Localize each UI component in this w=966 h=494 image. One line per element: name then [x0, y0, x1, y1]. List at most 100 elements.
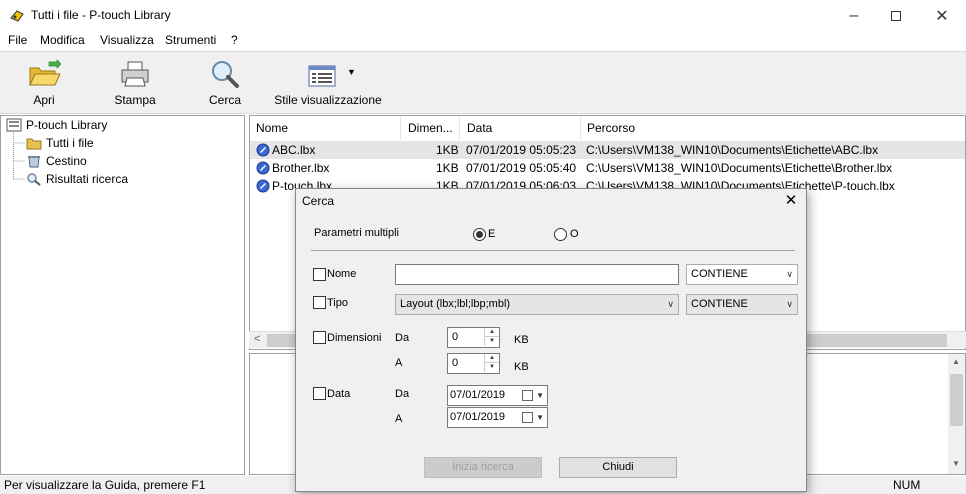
tree-item-label: Tutti i file: [46, 136, 94, 150]
date-checkbox[interactable]: [313, 387, 326, 400]
date-label: Data: [327, 388, 351, 400]
radio-and[interactable]: [473, 228, 486, 241]
row-path: C:\Users\VM138_WIN10\Documents\Etichette…: [586, 143, 879, 157]
chevron-down-icon: ▼: [536, 413, 544, 422]
menu-visualizza[interactable]: Visualizza: [100, 33, 154, 47]
search-button[interactable]: Cerca: [195, 52, 255, 112]
list-row[interactable]: ABC.lbx 1KB 07/01/2019 05:05:23 C:\Users…: [250, 141, 965, 159]
date-from-picker[interactable]: 07/01/2019 ▼: [447, 385, 548, 406]
search-dialog: Cerca ✕ Parametri multipli E O Nome CONT…: [295, 188, 807, 492]
view-style-dropdown-icon[interactable]: ▼: [347, 67, 356, 77]
printer-icon: [121, 61, 149, 87]
column-header-percorso[interactable]: Percorso: [581, 116, 965, 140]
column-header-nome[interactable]: Nome: [250, 116, 401, 140]
size-from-unit: KB: [514, 334, 529, 346]
p-touch-app-icon: [10, 10, 24, 22]
column-header-dimensione[interactable]: Dimen...: [402, 116, 460, 140]
multi-params-label: Parametri multipli: [314, 227, 399, 239]
row-name: Brother.lbx: [272, 161, 330, 175]
name-condition-select[interactable]: CONTIENE ∨: [686, 264, 798, 285]
scroll-up-icon[interactable]: ▲: [952, 357, 960, 366]
chevron-down-icon: ∨: [786, 299, 793, 309]
open-folder-icon: [29, 59, 61, 86]
library-icon: [6, 118, 22, 132]
open-button[interactable]: Apri: [14, 52, 74, 112]
radio-and-label: E: [488, 228, 496, 240]
maximize-button[interactable]: [873, 0, 919, 31]
search-results-icon: [27, 173, 41, 186]
name-condition-value: CONTIENE: [691, 268, 748, 280]
date-to-picker[interactable]: 07/01/2019 ▼: [447, 407, 548, 428]
spin-down-icon[interactable]: ▼: [484, 337, 499, 346]
print-button[interactable]: Stampa: [105, 52, 165, 112]
status-num-indicator: NUM: [893, 478, 921, 492]
tree-item-cestino[interactable]: Cestino: [26, 154, 87, 172]
chevron-down-icon: ∨: [786, 269, 793, 279]
type-checkbox[interactable]: [313, 296, 326, 309]
lbx-file-icon: [256, 143, 270, 157]
window-title: Tutti i file - P-touch Library: [31, 8, 171, 22]
radio-or[interactable]: [554, 228, 567, 241]
menu-file[interactable]: File: [8, 33, 27, 47]
type-select[interactable]: Layout (lbx;lbl;lbp;mbl) ∨: [395, 294, 679, 315]
tree-item-tutti-i-file[interactable]: Tutti i file: [26, 136, 94, 154]
row-path: C:\Users\VM138_WIN10\Documents\Etichette…: [586, 161, 893, 175]
size-to-unit: KB: [514, 361, 529, 373]
minimize-button[interactable]: –: [831, 0, 877, 31]
vertical-scroll-thumb[interactable]: [950, 374, 963, 426]
date-to-label: A: [395, 413, 403, 425]
size-from-label: Da: [395, 332, 410, 344]
row-size: 1KB: [436, 143, 459, 157]
date-to-value: 07/01/2019: [450, 411, 506, 423]
print-label: Stampa: [114, 93, 156, 107]
status-help-text: Per visualizzare la Guida, premere F1: [4, 478, 206, 492]
size-to-label: A: [395, 357, 403, 369]
type-condition-select[interactable]: CONTIENE ∨: [686, 294, 798, 315]
all-files-folder-icon: [26, 138, 42, 150]
dialog-title: Cerca: [302, 194, 335, 208]
scroll-left-icon[interactable]: <: [254, 333, 260, 345]
column-header-data[interactable]: Data: [461, 116, 581, 140]
view-style-button[interactable]: ▼ Stile visualizzazione: [272, 52, 384, 112]
close-icon: ✕: [935, 7, 949, 25]
row-size: 1KB: [436, 161, 459, 175]
spin-down-icon[interactable]: ▼: [484, 363, 499, 372]
chevron-down-icon: ▼: [536, 391, 544, 400]
view-style-label: Stile visualizzazione: [274, 93, 382, 107]
tree-item-label: Risultati ricerca: [46, 172, 129, 186]
date-from-label: Da: [395, 388, 410, 400]
tree-item-risultati-ricerca[interactable]: Risultati ricerca: [26, 172, 128, 190]
close-button[interactable]: ✕: [919, 0, 965, 31]
menu-bar: File Modifica Visualizza Strumenti ?: [0, 31, 966, 51]
calendar-icon: [522, 412, 533, 423]
name-input[interactable]: [395, 264, 679, 285]
dialog-body: Parametri multipli E O Nome CONTIENE ∨ T…: [297, 214, 805, 491]
vertical-scrollbar[interactable]: ▲ ▼: [948, 354, 965, 474]
search-label: Cerca: [208, 93, 241, 107]
size-label: Dimensioni: [327, 332, 382, 344]
spin-up-icon[interactable]: ▲: [484, 328, 499, 337]
size-from-stepper[interactable]: 0 ▲ ▼: [447, 327, 500, 348]
dialog-separator: [311, 250, 795, 251]
list-row[interactable]: Brother.lbx 1KB 07/01/2019 05:05:40 C:\U…: [250, 159, 965, 177]
menu-modifica[interactable]: Modifica: [40, 33, 85, 47]
close-dialog-button[interactable]: Chiudi: [559, 457, 677, 478]
folder-tree: P-touch Library Tutti i file Cestino Ris…: [0, 115, 245, 475]
close-icon: ✕: [784, 192, 798, 209]
minimize-icon: –: [849, 6, 859, 24]
chevron-down-icon: ∨: [667, 299, 674, 309]
view-style-icon: [308, 65, 336, 87]
spin-up-icon[interactable]: ▲: [484, 354, 499, 363]
size-checkbox[interactable]: [313, 331, 326, 344]
search-icon: [212, 61, 239, 88]
size-to-stepper[interactable]: 0 ▲ ▼: [447, 353, 500, 374]
dialog-close-button[interactable]: ✕: [780, 191, 802, 211]
start-search-button[interactable]: Inizia ricerca: [424, 457, 542, 478]
type-label: Tipo: [327, 297, 348, 309]
name-label: Nome: [327, 268, 357, 280]
scroll-down-icon[interactable]: ▼: [952, 459, 960, 468]
name-checkbox[interactable]: [313, 268, 326, 281]
menu-help[interactable]: ?: [231, 33, 238, 47]
lbx-file-icon: [256, 179, 270, 193]
menu-strumenti[interactable]: Strumenti: [165, 33, 216, 47]
